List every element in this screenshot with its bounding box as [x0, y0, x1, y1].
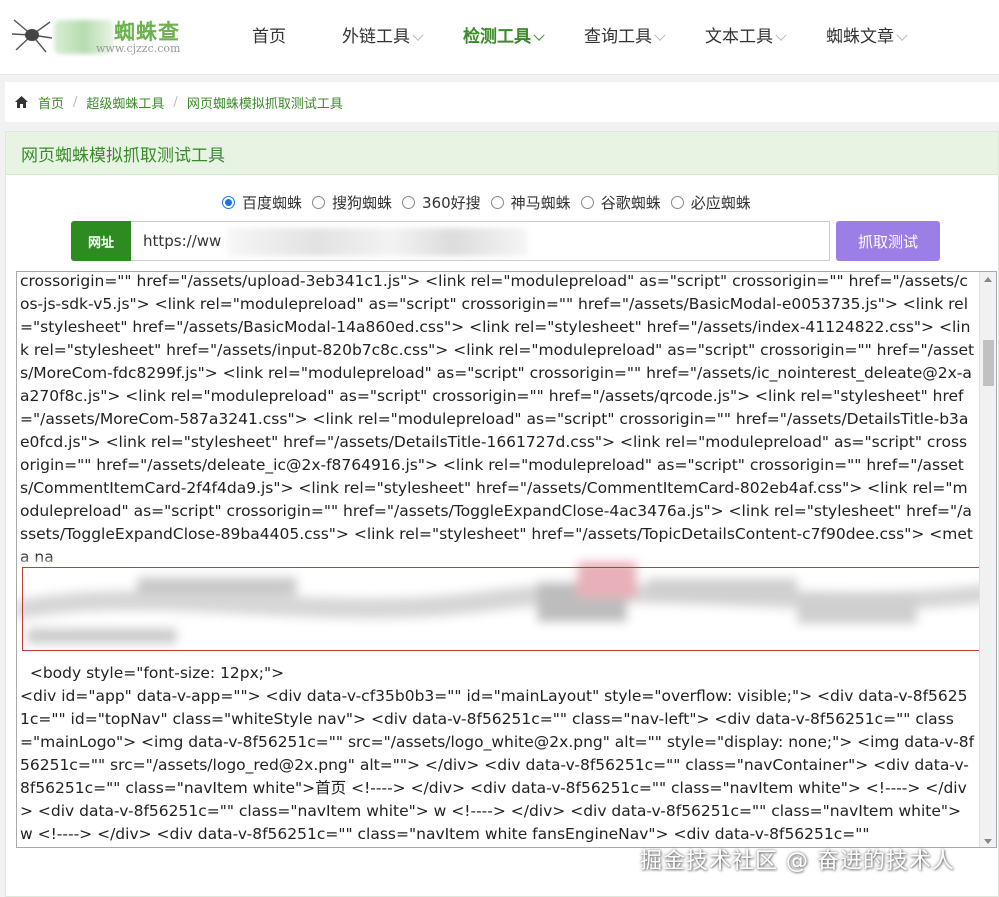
panel-title: 网页蜘蛛模拟抓取测试工具	[6, 132, 998, 175]
site-logo[interactable]: 蜘蛛查 www.cjzzc.com	[10, 8, 180, 63]
nav-label: 文本工具	[705, 27, 773, 47]
result-source-text: crossorigin="" href="/assets/upload-3eb3…	[20, 272, 975, 569]
url-row: 网址 https://ww 抓取测试	[71, 221, 940, 261]
radio-label: 360好搜	[422, 194, 481, 212]
breadcrumb-home[interactable]: 首页	[38, 93, 64, 112]
breadcrumb-super-spider-tools[interactable]: 超级蜘蛛工具	[86, 93, 164, 112]
breadcrumb-current[interactable]: 网页蜘蛛模拟抓取测试工具	[187, 93, 343, 112]
radio-360-spider[interactable]: 360好搜	[402, 192, 481, 213]
nav-item-home[interactable]: 首页	[232, 0, 322, 75]
chevron-down-icon	[533, 29, 545, 41]
radio-label: 神马蜘蛛	[510, 194, 571, 212]
radio-baidu-spider[interactable]: 百度蜘蛛	[222, 192, 302, 213]
chevron-down-icon	[412, 29, 424, 41]
url-input-value: https://ww	[143, 232, 222, 250]
crawl-test-button[interactable]: 抓取测试	[836, 221, 940, 261]
radio-dot[interactable]	[402, 196, 416, 209]
breadcrumb-separator: /	[173, 94, 178, 110]
chevron-down-icon	[896, 29, 908, 41]
radio-dot[interactable]	[670, 196, 684, 209]
radio-dot[interactable]	[312, 196, 326, 209]
nav-item-text-tools[interactable]: 文本工具	[685, 0, 806, 75]
scroll-thumb[interactable]	[983, 340, 994, 386]
nav-label: 首页	[252, 27, 286, 47]
radio-dot[interactable]	[222, 196, 235, 209]
nav-item-query-tools[interactable]: 查询工具	[564, 0, 685, 75]
nav-label: 检测工具	[463, 27, 531, 47]
scroll-down-arrow-icon[interactable]	[984, 839, 992, 844]
radio-sogou-spider[interactable]: 搜狗蜘蛛	[312, 192, 392, 213]
url-input[interactable]: https://ww	[131, 221, 830, 261]
url-redaction-mask	[227, 228, 527, 256]
nav-label: 查询工具	[584, 27, 652, 47]
nav-label: 外链工具	[342, 27, 410, 47]
breadcrumb: 首页 / 超级蜘蛛工具 / 网页蜘蛛模拟抓取测试工具	[5, 82, 999, 122]
home-icon	[15, 96, 28, 108]
url-label: 网址	[71, 221, 131, 261]
nav-label: 蜘蛛文章	[826, 27, 894, 47]
nav-item-link-tools[interactable]: 外链工具	[322, 0, 443, 75]
top-header: 蜘蛛查 www.cjzzc.com 首页 外链工具 检测工具 查询工具 文本工具…	[0, 0, 999, 75]
result-line: <div id="app" data-v-app=""> <div data-v…	[20, 687, 975, 843]
scroll-up-arrow-icon[interactable]	[984, 277, 992, 282]
result-body-text: <body style="font-size: 12px;"> <div id=…	[20, 662, 975, 846]
crawl-result-textarea[interactable]: crossorigin="" href="/assets/upload-3eb3…	[16, 271, 997, 848]
highlighted-meta-region	[22, 567, 983, 651]
result-line: crossorigin="" href="/assets/upload-3eb3…	[20, 272, 975, 566]
nav-item-check-tools[interactable]: 检测工具	[443, 0, 564, 75]
radio-dot[interactable]	[490, 196, 504, 209]
radio-dot[interactable]	[580, 196, 594, 209]
chevron-down-icon	[654, 29, 666, 41]
radio-label: 搜狗蜘蛛	[332, 194, 393, 212]
spider-type-radio-group: 百度蜘蛛 搜狗蜘蛛 360好搜 神马蜘蛛 谷歌蜘蛛 必应蜘蛛	[222, 192, 761, 213]
tool-panel: 网页蜘蛛模拟抓取测试工具 百度蜘蛛 搜狗蜘蛛 360好搜 神马蜘蛛 谷歌蜘蛛 必…	[5, 131, 999, 897]
radio-shenma-spider[interactable]: 神马蜘蛛	[490, 192, 571, 213]
radio-label: 百度蜘蛛	[242, 194, 303, 212]
radio-google-spider[interactable]: 谷歌蜘蛛	[580, 192, 661, 213]
result-line: <body style="font-size: 12px;">	[20, 664, 285, 682]
chevron-down-icon	[775, 29, 787, 41]
logo-url: www.cjzzc.com	[96, 42, 181, 55]
radio-bing-spider[interactable]: 必应蜘蛛	[670, 192, 751, 213]
radio-label: 谷歌蜘蛛	[600, 194, 661, 212]
nav-item-spider-articles[interactable]: 蜘蛛文章	[806, 0, 927, 75]
breadcrumb-separator: /	[73, 94, 78, 110]
radio-label: 必应蜘蛛	[690, 194, 751, 212]
main-nav: 首页 外链工具 检测工具 查询工具 文本工具 蜘蛛文章	[232, 0, 927, 75]
textarea-scrollbar[interactable]	[979, 272, 996, 847]
watermark: 掘金技术社区 @ 奋进的技术人	[640, 849, 955, 874]
spider-logo-icon	[11, 19, 53, 53]
